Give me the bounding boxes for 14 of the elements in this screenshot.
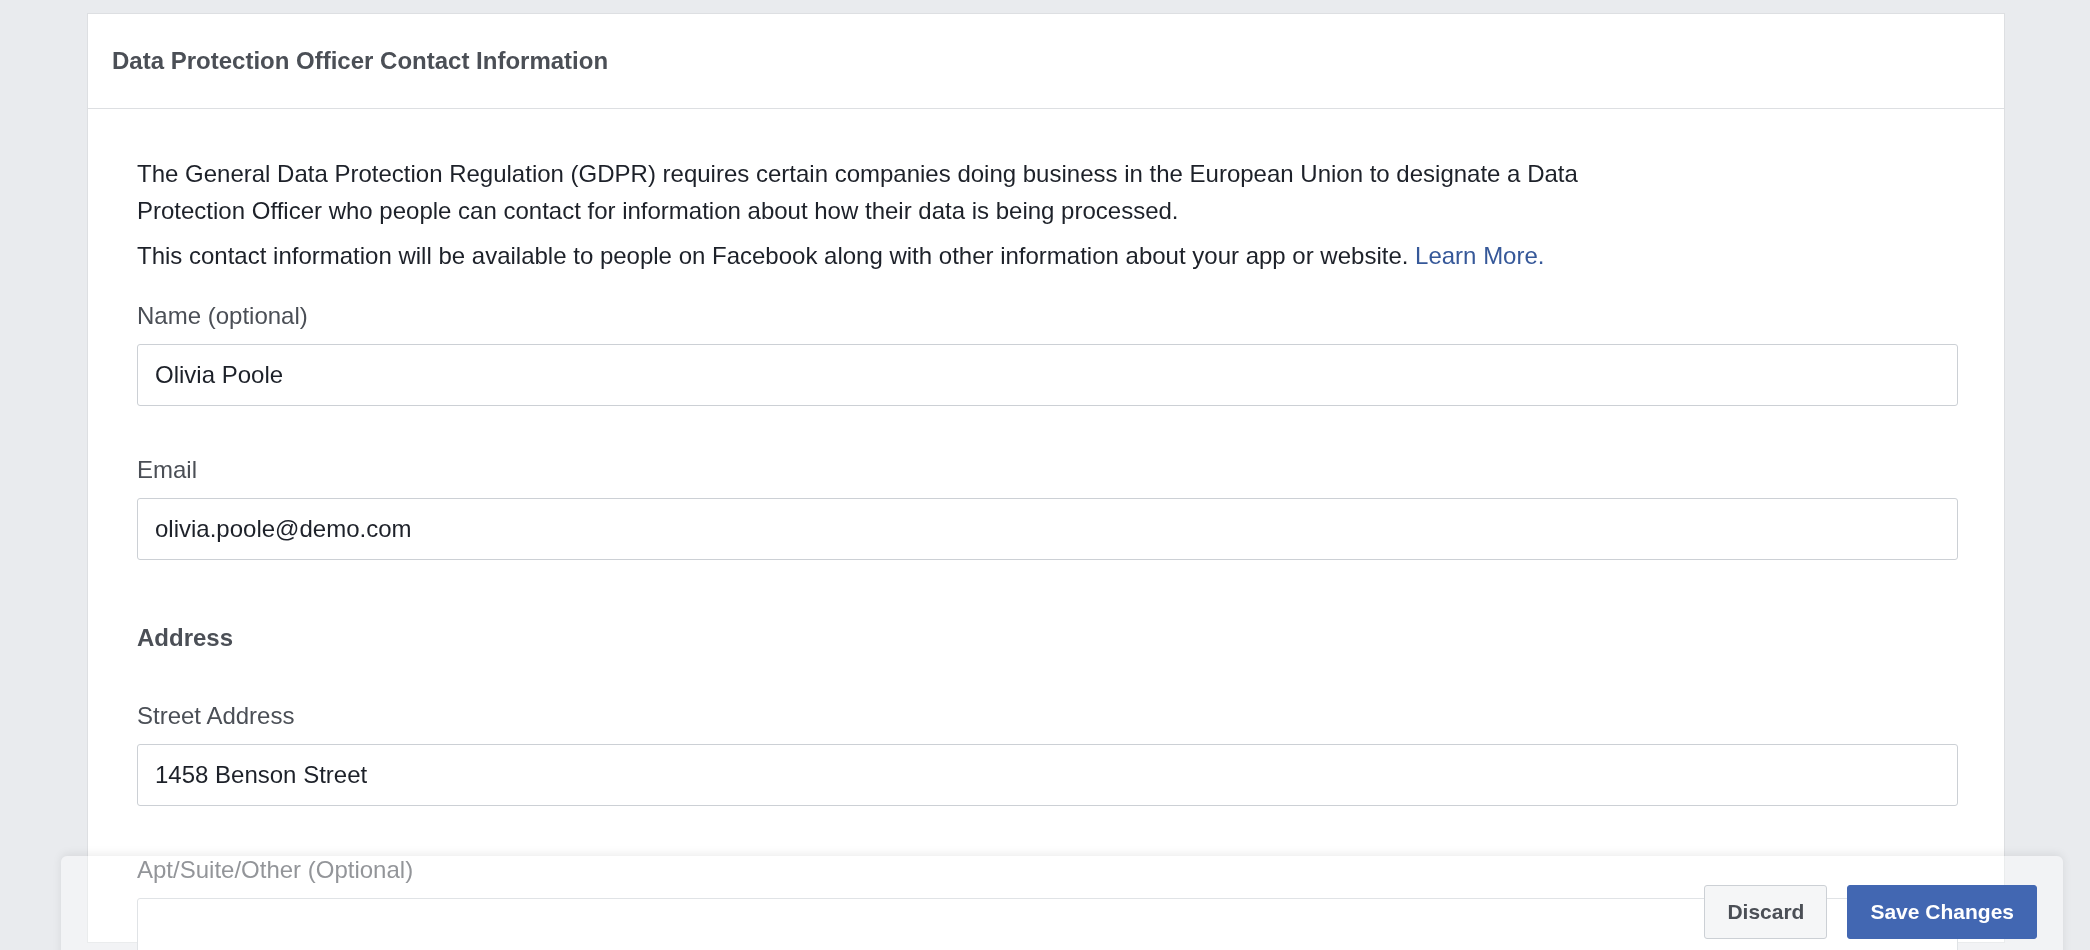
field-label: Apt/Suite/Other (Optional): [137, 855, 415, 885]
learn-more-link[interactable]: Learn More.: [1415, 242, 1545, 269]
description-text: This contact information will be available to people on Facebook along with other information about your app or website. Learn More.: [137, 241, 1546, 271]
card-title: Data Protection Officer Contact Information: [112, 46, 609, 76]
field-label: Street Address: [137, 701, 296, 731]
field-label: Name (optional): [137, 301, 309, 331]
description-text: The General Data Protection Regulation (GDPR) requires certain companies doing business in the European Union to designate a Data Protection Officer who people can contact for information about how their data is being processed.: [137, 159, 1579, 226]
text-field[interactable]: 1458 Benson Street: [137, 744, 1958, 806]
text-field[interactable]: Olivia Poole: [137, 344, 1958, 406]
discard-button[interactable]: Discard: [1704, 885, 1828, 939]
field-label: Email: [137, 455, 198, 485]
text-field[interactable]: olivia.poole@demo.com: [137, 498, 1958, 560]
section-heading: Address: [137, 623, 235, 653]
save-button[interactable]: Save Changes: [1847, 885, 2037, 939]
